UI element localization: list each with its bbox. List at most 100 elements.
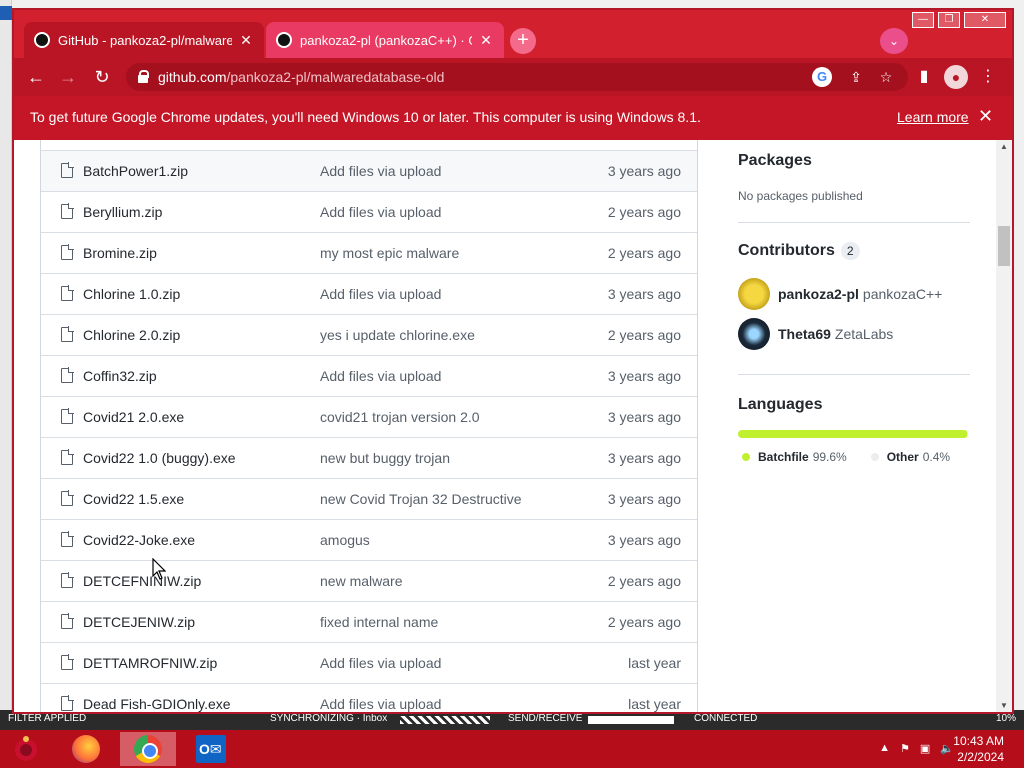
bookmark-star-icon[interactable]: ☆ (876, 67, 896, 87)
commit-message-link[interactable]: my most epic malware (320, 245, 459, 261)
chrome-window: GitHub - pankoza2-pl/malwaredatabase-old… (12, 8, 1014, 714)
taskbar-outlook[interactable]: O✉ (182, 732, 238, 766)
sync-progress-hatch (400, 716, 490, 724)
file-name-link[interactable]: Covid21 2.0.exe (83, 409, 184, 425)
file-name-link[interactable]: Dead Fish-GDIOnly.exe (83, 696, 231, 712)
learn-more-link[interactable]: Learn more (897, 109, 969, 125)
file-name-link[interactable]: DETCEFNINIW.zip (83, 573, 201, 589)
taskbar-firefox[interactable] (58, 732, 114, 766)
menu-kebab-icon[interactable]: ⋮ (976, 65, 1000, 89)
commit-message-link[interactable]: new Covid Trojan 32 Destructive (320, 491, 522, 507)
tray-flag-icon[interactable]: ⚑ (900, 742, 910, 755)
close-tab-icon[interactable]: ✕ (238, 32, 254, 48)
file-name-link[interactable]: DETTAMROFNIW.zip (83, 655, 217, 671)
network-icon[interactable]: ▣ (920, 742, 930, 755)
maximize-button[interactable]: ❐ (938, 12, 960, 28)
file-row[interactable]: DETTAMROFNIW.zip Add files via upload last… (41, 642, 697, 683)
file-row[interactable]: Bromine.zip my most epic malware 2 years a… (41, 232, 697, 273)
contributor-item[interactable]: pankoza2-pl pankozaC++ (738, 278, 942, 310)
file-row[interactable]: Chlorine 1.0.zip Add files via upload 3 ye… (41, 273, 697, 314)
commit-message-link[interactable]: fixed internal name (320, 614, 438, 630)
taskbar-chrome[interactable] (120, 732, 176, 766)
share-icon[interactable]: ⇪ (846, 67, 866, 87)
tray-expand-icon[interactable]: ▲ (879, 742, 890, 755)
file-name-link[interactable]: Covid22-Joke.exe (83, 532, 195, 548)
file-row[interactable]: Chlorine 2.0.zip yes i update chlorine.ex… (41, 314, 697, 355)
file-icon (61, 572, 74, 588)
new-tab-button[interactable]: + (510, 28, 536, 54)
file-name-link[interactable]: Covid22 1.0 (buggy).exe (83, 450, 236, 466)
file-name-link[interactable]: Coffin32.zip (83, 368, 157, 384)
back-button[interactable]: ← (24, 65, 48, 89)
start-button[interactable] (8, 733, 44, 765)
commit-message-link[interactable]: Add files via upload (320, 286, 441, 302)
scrollbar-thumb[interactable] (998, 226, 1010, 266)
file-name-link[interactable]: Covid22 1.5.exe (83, 491, 184, 507)
lock-icon[interactable] (138, 70, 149, 83)
file-name-link[interactable]: Bromine.zip (83, 245, 157, 261)
file-row[interactable]: Covid22-Joke.exe amogus 3 years ago (41, 519, 697, 560)
status-zoom: 10% (996, 713, 1017, 724)
file-row[interactable]: DETCEJENIW.zip fixed internal name 2 years… (41, 601, 697, 642)
file-row[interactable]: Covid22 1.5.exe new Covid Trojan 32 Destr… (41, 478, 697, 519)
scroll-down-icon[interactable]: ▼ (999, 701, 1009, 710)
address-bar[interactable]: github.com/pankoza2-pl/malwaredatabase-o… (126, 63, 908, 91)
file-icon (61, 490, 74, 506)
firefox-icon (72, 735, 100, 763)
commit-age: last year (628, 696, 681, 712)
close-tab-icon[interactable]: ✕ (478, 32, 494, 48)
commit-message-link[interactable]: Add files via upload (320, 655, 441, 671)
github-icon (276, 32, 292, 48)
commit-message-link[interactable]: covid21 trojan version 2.0 (320, 409, 480, 425)
clock-date: 2/2/2024 (957, 750, 1004, 764)
tab-github-profile[interactable]: pankoza2-pl (pankozaC++) · GitHub ✕ (266, 22, 504, 58)
tab-github-repo[interactable]: GitHub - pankoza2-pl/malwaredatabase-old… (24, 22, 264, 58)
file-icon (61, 613, 74, 629)
file-icon (61, 695, 74, 711)
commit-age: 2 years ago (607, 573, 681, 589)
reload-button[interactable]: ↻ (90, 65, 114, 89)
file-row[interactable]: Covid22 1.0 (buggy).exe new but buggy tro… (41, 437, 697, 478)
file-icon (61, 203, 74, 219)
file-icon (61, 326, 74, 342)
file-name-link[interactable]: Beryllium.zip (83, 204, 162, 220)
page-scrollbar[interactable]: ▲ ▼ (996, 140, 1012, 712)
close-infobar-icon[interactable]: ✕ (978, 106, 993, 127)
language-color-dot (742, 453, 750, 461)
language-name[interactable]: Other (887, 450, 919, 464)
file-name-link[interactable]: BatchPower1.zip (83, 163, 188, 179)
tab-search-button[interactable]: ⌄ (880, 28, 908, 54)
language-bar-other-segment (967, 430, 968, 438)
contributor-item[interactable]: Theta69 ZetaLabs (738, 318, 893, 350)
forward-button[interactable]: → (56, 65, 80, 89)
file-name-link[interactable]: DETCEJENIW.zip (83, 614, 195, 630)
commit-message-link[interactable]: Add files via upload (320, 163, 441, 179)
google-lens-icon[interactable]: G (812, 67, 832, 87)
packages-heading[interactable]: Packages (738, 152, 812, 170)
taskbar-clock[interactable]: 10:43 AM 2/2/2024 (953, 733, 1004, 765)
file-row[interactable]: Beryllium.zip Add files via upload 2 years… (41, 191, 697, 232)
profile-avatar-icon[interactable]: ● (944, 65, 968, 89)
side-panel-icon[interactable]: ▮ (912, 65, 936, 89)
volume-icon[interactable]: 🔈 (940, 742, 954, 755)
file-row[interactable]: DETCEFNINIW.zip new malware 2 years ago (41, 560, 697, 601)
language-name[interactable]: Batchfile (758, 450, 809, 464)
file-row[interactable]: Dead Fish-GDIOnly.exe Add files via uploa… (41, 683, 697, 712)
close-window-button[interactable]: ✕ (964, 12, 1006, 28)
file-row[interactable]: Coffin32.zip Add files via upload 3 years … (41, 355, 697, 396)
file-row[interactable]: Covid21 2.0.exe covid21 trojan version 2.… (41, 396, 697, 437)
commit-message-link[interactable]: Add files via upload (320, 368, 441, 384)
commit-message-link[interactable]: Add files via upload (320, 696, 441, 712)
file-name-link[interactable]: Chlorine 1.0.zip (83, 286, 180, 302)
commit-message-link[interactable]: new but buggy trojan (320, 450, 450, 466)
commit-message-link[interactable]: yes i update chlorine.exe (320, 327, 475, 343)
file-name-link[interactable]: Chlorine 2.0.zip (83, 327, 180, 343)
commit-message-link[interactable]: new malware (320, 573, 402, 589)
file-row[interactable]: BatchPower1.zip Add files via upload 3 yea… (41, 150, 697, 191)
scroll-up-icon[interactable]: ▲ (999, 142, 1009, 151)
minimize-button[interactable]: — (912, 12, 934, 28)
contributors-heading[interactable]: Contributors 2 (738, 242, 860, 260)
commit-message-link[interactable]: amogus (320, 532, 370, 548)
commit-age: last year (628, 655, 681, 671)
commit-message-link[interactable]: Add files via upload (320, 204, 441, 220)
